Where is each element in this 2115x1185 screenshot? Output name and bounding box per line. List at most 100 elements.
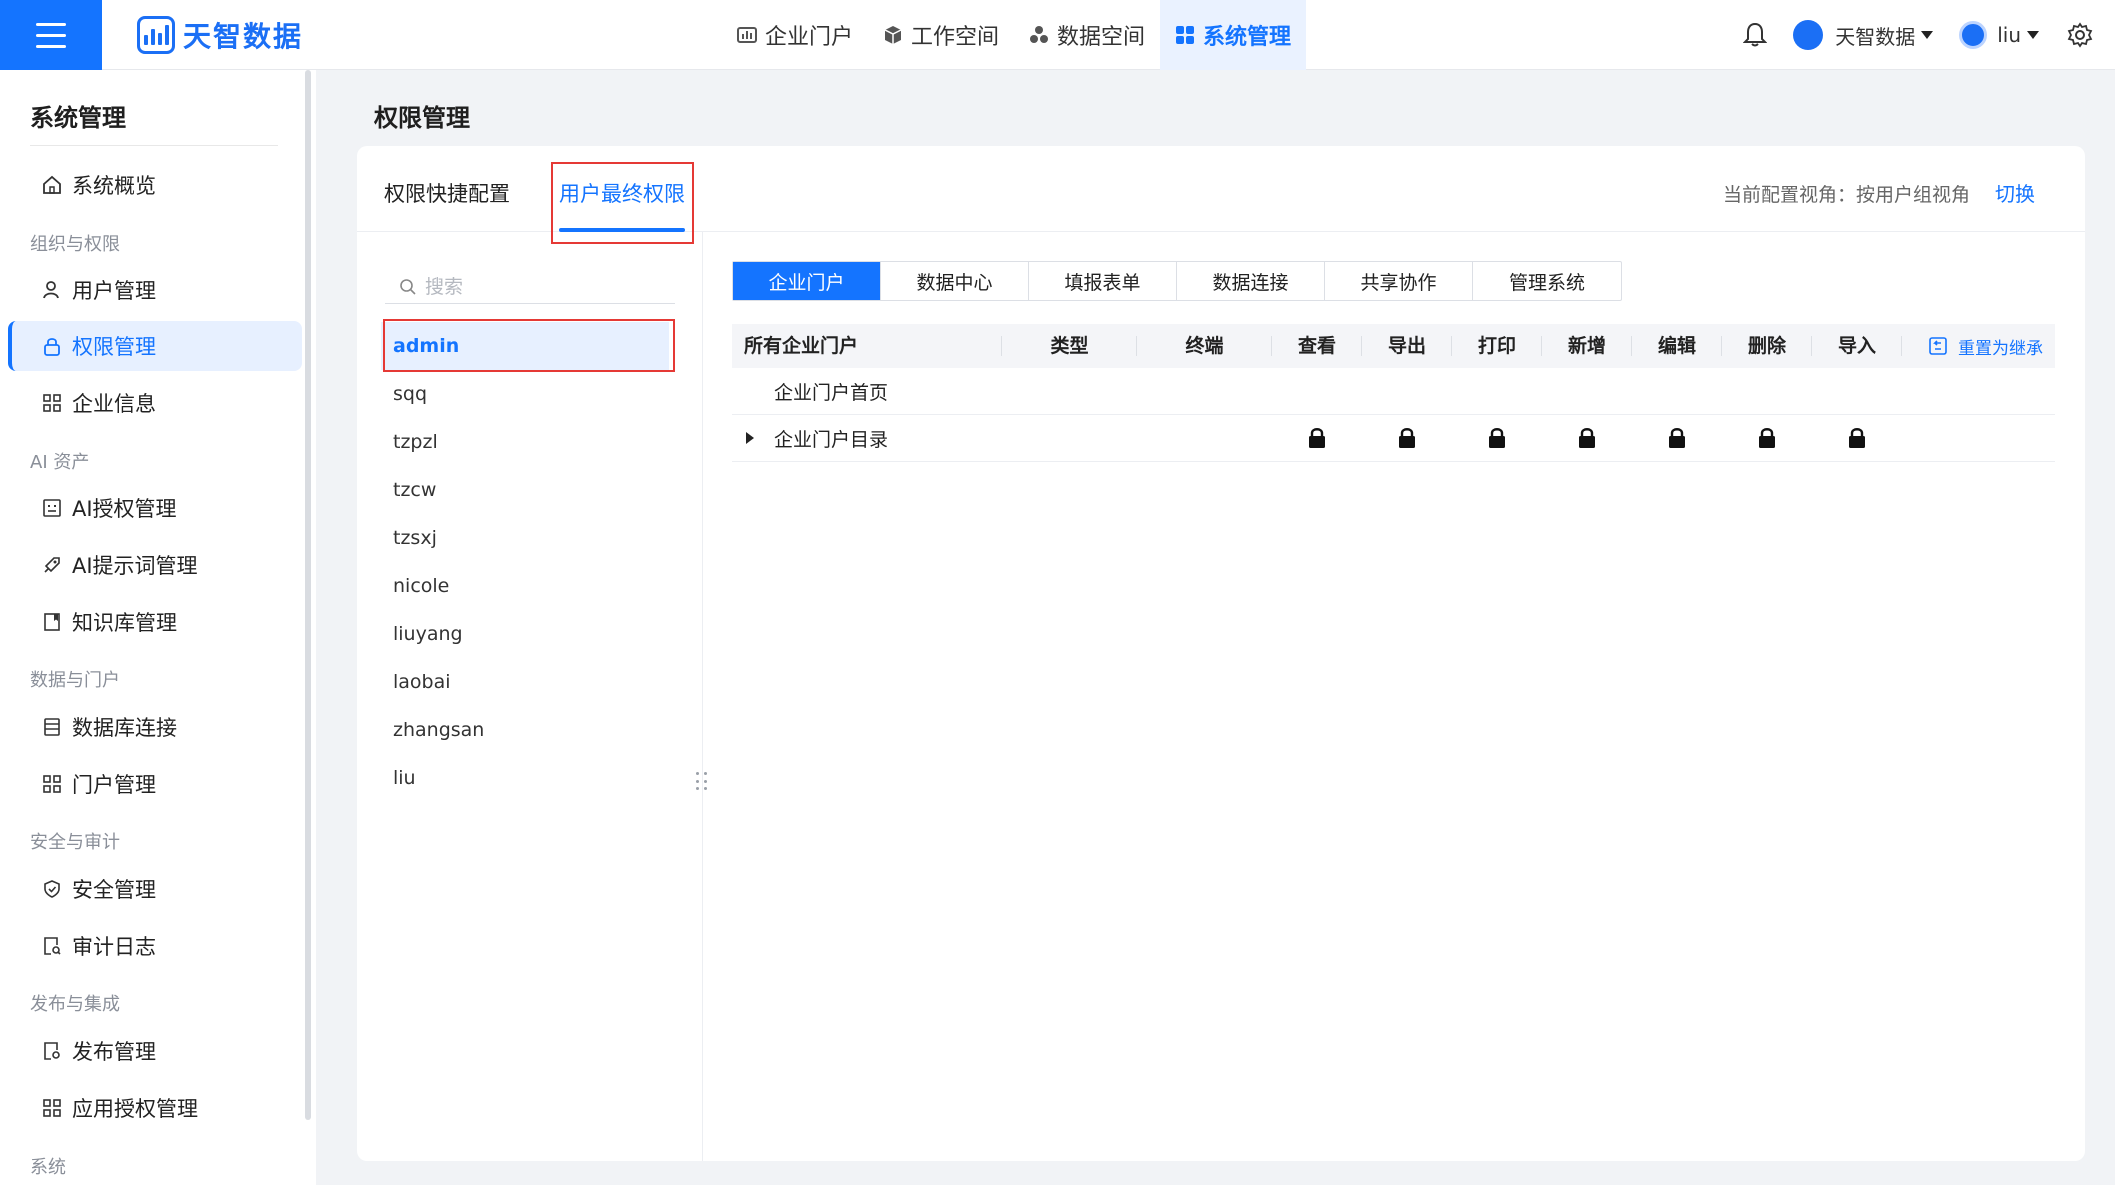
cube-icon: [884, 26, 902, 44]
sidebar-item-security-management[interactable]: 安全管理: [8, 864, 302, 914]
sidebar-item-company-info[interactable]: 企业信息: [8, 378, 302, 428]
sidebar-item-ai-prompt[interactable]: AI提示词管理: [8, 540, 302, 590]
sidebar-item-label: AI提示词管理: [72, 554, 198, 578]
sidebar-item-audit-log[interactable]: 审计日志: [8, 921, 302, 971]
user-list-item[interactable]: liuyang: [381, 610, 669, 658]
lock-icon: [1849, 428, 1865, 448]
user-menu[interactable]: liu: [1959, 21, 2039, 49]
search-input[interactable]: [425, 275, 665, 298]
table-row[interactable]: 企业门户目录: [732, 415, 2055, 462]
document-search-icon: [44, 1042, 60, 1060]
sidebar-item-label: 应用授权管理: [72, 1097, 198, 1121]
category-tab[interactable]: 填报表单: [1029, 262, 1177, 300]
user-list-item[interactable]: nicole: [381, 562, 669, 610]
category-tab[interactable]: 数据中心: [881, 262, 1029, 300]
robot-icon: [43, 499, 61, 517]
row-name: 企业门户目录: [774, 428, 889, 451]
permission-panel: 权限快捷配置 用户最终权限 当前配置视角：按用户组视角 切换 admin sqq…: [357, 146, 2085, 1161]
table-header: 所有企业门户 类型 终端 查看 导出 打印 新增 编辑 删除 导入 重置为继承: [732, 324, 2055, 368]
category-tabs: 企业门户 数据中心 填报表单 数据连接 共享协作 管理系统: [732, 261, 1622, 301]
search-icon: [400, 278, 416, 295]
sidebar-group-publish: 发布与集成: [30, 994, 120, 1015]
table-row[interactable]: 企业门户首页: [732, 368, 2055, 415]
user-list-item[interactable]: tzcw: [381, 466, 669, 514]
col-header-type: 类型: [1002, 324, 1137, 368]
col-header-delete: 删除: [1722, 324, 1812, 368]
user-list-item[interactable]: sqq: [381, 370, 669, 418]
sidebar-item-label: 用户管理: [72, 279, 156, 303]
col-header-import: 导入: [1812, 324, 1902, 368]
resize-handle-icon[interactable]: [696, 772, 710, 792]
sidebar-item-publish-management[interactable]: 发布管理: [8, 1026, 302, 1076]
topnav-label: 系统管理: [1203, 25, 1292, 50]
logo-icon: [137, 16, 175, 54]
gear-icon[interactable]: [2067, 22, 2093, 48]
user-list-item[interactable]: zhangsan: [381, 706, 669, 754]
category-tab[interactable]: 企业门户: [733, 262, 881, 300]
audit-icon: [44, 937, 61, 955]
col-header-edit: 编辑: [1632, 324, 1722, 368]
sidebar-group-ai: AI 资产: [30, 452, 90, 473]
topnav-enterprise-portal[interactable]: 企业门户: [722, 0, 868, 70]
reset-icon: [1929, 337, 1947, 355]
reset-inherit-button[interactable]: 重置为继承: [1928, 324, 2043, 368]
topnav-dataspace[interactable]: 数据空间: [1014, 0, 1160, 70]
user-list-item[interactable]: liu: [381, 754, 669, 802]
menu-toggle-button[interactable]: [0, 0, 102, 70]
database-icon: [44, 718, 60, 736]
category-tab[interactable]: 管理系统: [1473, 262, 1621, 300]
sidebar-item-ai-auth[interactable]: AI授权管理: [8, 483, 302, 533]
sidebar-item-knowledge-base[interactable]: 知识库管理: [8, 597, 302, 647]
highlight-box: [383, 319, 675, 372]
user-icon: [43, 281, 59, 299]
sidebar-item-label: 企业信息: [72, 392, 156, 416]
sidebar-scrollbar[interactable]: [305, 70, 311, 1120]
sidebar-group-security: 安全与审计: [30, 832, 120, 853]
col-header-print: 打印: [1452, 324, 1542, 368]
app-logo[interactable]: 天智数据: [137, 14, 303, 56]
topnav-system-management[interactable]: 系统管理: [1160, 0, 1307, 70]
topnav-workspace[interactable]: 工作空间: [868, 0, 1014, 70]
topnav-label: 企业门户: [765, 25, 854, 50]
sidebar-item-label: 安全管理: [72, 878, 156, 902]
sidebar-item-portal-management[interactable]: 门户管理: [8, 759, 302, 809]
apps-icon: [43, 775, 61, 793]
topnav-label: 工作空间: [911, 25, 1000, 50]
switch-view-link[interactable]: 切换: [1995, 178, 2035, 207]
bell-icon[interactable]: [1743, 22, 1768, 48]
user-search[interactable]: [385, 270, 675, 304]
header-actions: 天智数据 liu: [1743, 0, 2115, 70]
user-list-panel: admin sqq tzpzl tzcw tzsxj nicole liuyan…: [357, 232, 707, 1161]
sidebar-item-label: 数据库连接: [72, 716, 177, 740]
sidebar-item-label: 权限管理: [72, 335, 156, 359]
hamburger-icon: [36, 19, 66, 52]
expand-arrow-icon[interactable]: [746, 432, 754, 444]
sidebar-item-permission-management[interactable]: 权限管理: [8, 321, 302, 371]
sidebar-item-overview[interactable]: 系统概览: [8, 160, 302, 210]
sidebar-item-db-connection[interactable]: 数据库连接: [8, 702, 302, 752]
permission-table: 所有企业门户 类型 终端 查看 导出 打印 新增 编辑 删除 导入 重置为继承 …: [732, 324, 2055, 462]
lock-icon: [1759, 428, 1775, 448]
logo-text: 天智数据: [183, 20, 304, 53]
sidebar-item-app-auth[interactable]: 应用授权管理: [8, 1083, 302, 1133]
col-header-add: 新增: [1542, 324, 1632, 368]
col-header-export: 导出: [1362, 324, 1452, 368]
sidebar-item-user-management[interactable]: 用户管理: [8, 265, 302, 315]
user-list-item[interactable]: tzpzl: [381, 418, 669, 466]
category-tab[interactable]: 共享协作: [1325, 262, 1473, 300]
tab-quick-config[interactable]: 权限快捷配置: [384, 178, 510, 208]
col-header-view: 查看: [1272, 324, 1362, 368]
sidebar-item-label: 系统概览: [72, 174, 156, 198]
user-list-item[interactable]: laobai: [381, 658, 669, 706]
sidebar-group-system: 系统: [30, 1157, 66, 1178]
sidebar-group-data: 数据与门户: [30, 670, 120, 691]
caret-down-icon: [1921, 31, 1934, 39]
rocket-icon: [44, 557, 60, 573]
org-switcher[interactable]: 天智数据: [1793, 20, 1934, 50]
view-perspective-note: 当前配置视角：按用户组视角: [1722, 184, 1970, 206]
apps-icon: [43, 1099, 61, 1117]
user-list-item[interactable]: tzsxj: [381, 514, 669, 562]
category-tab[interactable]: 数据连接: [1177, 262, 1325, 300]
org-name: 天智数据: [1835, 24, 1916, 49]
home-icon: [43, 175, 61, 194]
